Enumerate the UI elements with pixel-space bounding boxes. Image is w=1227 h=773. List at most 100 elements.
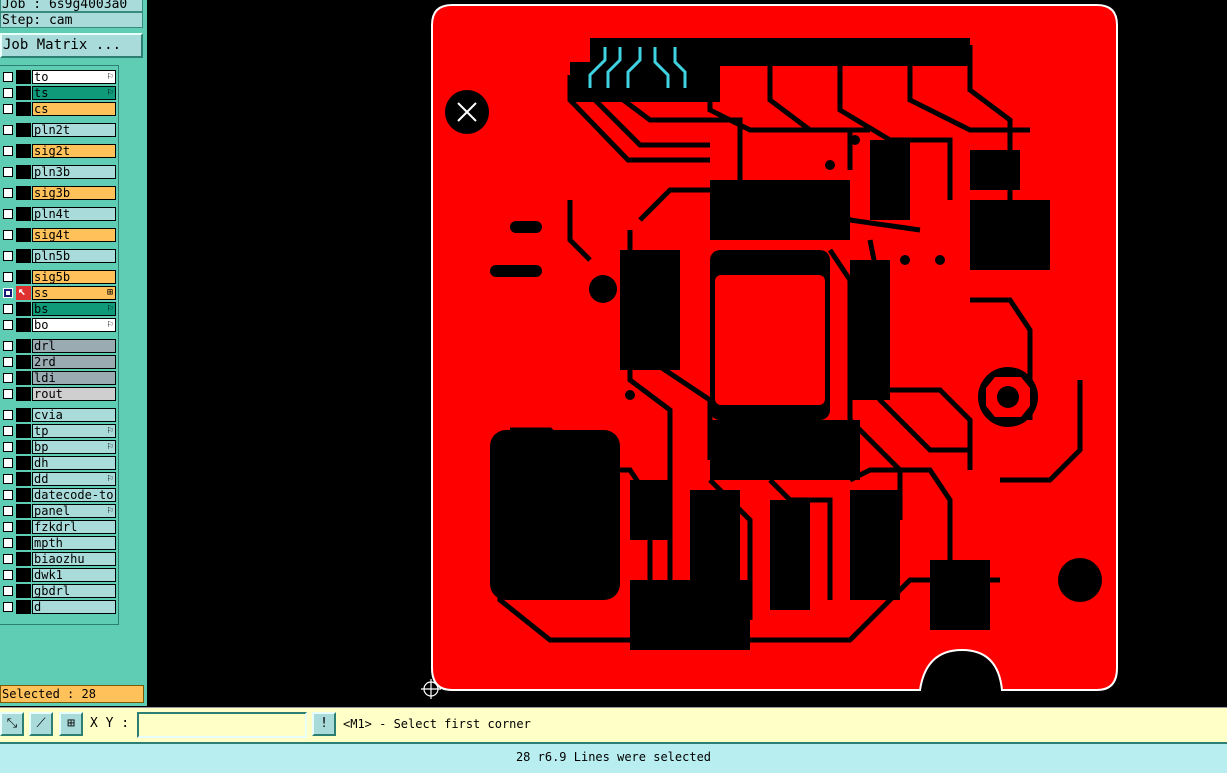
- layer-name[interactable]: sig5b: [32, 270, 116, 284]
- layer-checkbox[interactable]: [3, 458, 13, 468]
- layer-name[interactable]: dwk1: [32, 568, 116, 582]
- layer-affected-marker[interactable]: [16, 165, 31, 179]
- layer-checkbox[interactable]: [3, 538, 13, 548]
- layer-checkbox[interactable]: [3, 442, 13, 452]
- layer-affected-marker[interactable]: [16, 536, 31, 550]
- layer-checkbox[interactable]: [3, 167, 13, 177]
- layer-checkbox[interactable]: [3, 272, 13, 282]
- layer-name[interactable]: sig2t: [32, 144, 116, 158]
- layer-name[interactable]: pln3b: [32, 165, 116, 179]
- layer-checkbox[interactable]: [3, 104, 13, 114]
- layer-checkbox[interactable]: [3, 72, 13, 82]
- layer-name[interactable]: ldi: [32, 371, 116, 385]
- layer-checkbox[interactable]: [3, 410, 13, 420]
- layer-affected-marker[interactable]: [16, 456, 31, 470]
- layer-affected-marker[interactable]: [16, 371, 31, 385]
- layer-row-sig2t[interactable]: sig2t: [0, 144, 118, 158]
- layer-checkbox[interactable]: [3, 522, 13, 532]
- layer-name[interactable]: tp ⚐: [32, 424, 116, 438]
- layer-affected-marker[interactable]: [16, 86, 31, 100]
- layer-affected-marker[interactable]: [16, 339, 31, 353]
- work-layer-arrow-icon[interactable]: [16, 285, 31, 300]
- layer-affected-marker[interactable]: [16, 472, 31, 486]
- layer-checkbox[interactable]: [3, 304, 13, 314]
- layer-affected-marker[interactable]: [16, 102, 31, 116]
- layer-row-panel[interactable]: panel ⚐: [0, 504, 118, 518]
- layer-row-d[interactable]: d: [0, 600, 118, 614]
- layer-checkbox[interactable]: [3, 146, 13, 156]
- layer-row-bs[interactable]: bs ⚐: [0, 302, 118, 316]
- xy-input[interactable]: [137, 712, 307, 738]
- layer-affected-marker[interactable]: [16, 318, 31, 332]
- layer-row-gbdrl[interactable]: gbdrl: [0, 584, 118, 598]
- layer-row-cvia[interactable]: cvia: [0, 408, 118, 422]
- layer-affected-marker[interactable]: [16, 70, 31, 84]
- measure-icon[interactable]: ⟋: [29, 712, 53, 736]
- layer-affected-marker[interactable]: [16, 584, 31, 598]
- layer-affected-marker[interactable]: [16, 123, 31, 137]
- layer-name[interactable]: bp ⚐: [32, 440, 116, 454]
- layer-name[interactable]: biaozhu: [32, 552, 116, 566]
- layer-name[interactable]: dh: [32, 456, 116, 470]
- layer-name[interactable]: pln5b: [32, 249, 116, 263]
- layer-checkbox[interactable]: [3, 209, 13, 219]
- layer-row-biaozhu[interactable]: biaozhu: [0, 552, 118, 566]
- layer-affected-marker[interactable]: [16, 424, 31, 438]
- layer-row-pln4t[interactable]: pln4t: [0, 207, 118, 221]
- layer-affected-marker[interactable]: [16, 186, 31, 200]
- layer-affected-marker[interactable]: [16, 408, 31, 422]
- layer-row-pln2t[interactable]: pln2t: [0, 123, 118, 137]
- layer-name[interactable]: 2rd: [32, 355, 116, 369]
- layer-row-dwk1[interactable]: dwk1: [0, 568, 118, 582]
- layer-row-ldi[interactable]: ldi: [0, 371, 118, 385]
- snap-grid-icon[interactable]: ⊞: [59, 712, 83, 736]
- layer-affected-marker[interactable]: [16, 568, 31, 582]
- layer-name[interactable]: fzkdrl: [32, 520, 116, 534]
- exclamation-button[interactable]: !: [312, 712, 336, 736]
- layer-checkbox[interactable]: [3, 320, 13, 330]
- layer-affected-marker[interactable]: [16, 552, 31, 566]
- layer-name[interactable]: rout: [32, 387, 116, 401]
- layer-name[interactable]: d: [32, 600, 116, 614]
- layer-row-rout[interactable]: rout: [0, 387, 118, 401]
- layer-affected-marker[interactable]: [16, 488, 31, 502]
- layer-name[interactable]: mpth: [32, 536, 116, 550]
- zoom-box-icon[interactable]: ⤡: [0, 712, 24, 736]
- layer-checkbox[interactable]: [3, 490, 13, 500]
- layer-checkbox[interactable]: [3, 586, 13, 596]
- layer-row-datecode-to[interactable]: datecode-to: [0, 488, 118, 502]
- layer-checkbox[interactable]: [3, 341, 13, 351]
- layer-row-ts[interactable]: ts ⚐: [0, 86, 118, 100]
- layer-checkbox[interactable]: [3, 570, 13, 580]
- layer-name[interactable]: pln2t: [32, 123, 116, 137]
- layer-name[interactable]: cvia: [32, 408, 116, 422]
- layer-affected-marker[interactable]: [16, 302, 31, 316]
- layer-name[interactable]: sig3b: [32, 186, 116, 200]
- layer-checkbox[interactable]: [3, 554, 13, 564]
- layer-affected-marker[interactable]: [16, 228, 31, 242]
- layer-row-pln5b[interactable]: pln5b: [0, 249, 118, 263]
- layer-affected-marker[interactable]: [16, 207, 31, 221]
- layer-name[interactable]: dd ⚐: [32, 472, 116, 486]
- layer-checkbox[interactable]: [3, 373, 13, 383]
- layer-checkbox[interactable]: [3, 357, 13, 367]
- layer-affected-marker[interactable]: [16, 440, 31, 454]
- layer-checkbox[interactable]: [3, 288, 13, 298]
- layer-checkbox[interactable]: [3, 602, 13, 612]
- layer-name[interactable]: pln4t: [32, 207, 116, 221]
- layer-row-sig3b[interactable]: sig3b: [0, 186, 118, 200]
- layer-affected-marker[interactable]: [16, 520, 31, 534]
- layer-checkbox[interactable]: [3, 125, 13, 135]
- layer-affected-marker[interactable]: [16, 144, 31, 158]
- layer-checkbox[interactable]: [3, 426, 13, 436]
- layer-checkbox[interactable]: [3, 230, 13, 240]
- layer-row-pln3b[interactable]: pln3b: [0, 165, 118, 179]
- layer-row-ss[interactable]: ss ⊞: [0, 285, 118, 300]
- layer-name[interactable]: bs ⚐: [32, 302, 116, 316]
- layer-name[interactable]: sig4t: [32, 228, 116, 242]
- layer-checkbox[interactable]: [3, 188, 13, 198]
- layer-name[interactable]: ts ⚐: [32, 86, 116, 100]
- layer-name[interactable]: panel ⚐: [32, 504, 116, 518]
- layer-row-bo[interactable]: bo ⚐: [0, 318, 118, 332]
- graphic-canvas[interactable]: [150, 0, 1227, 706]
